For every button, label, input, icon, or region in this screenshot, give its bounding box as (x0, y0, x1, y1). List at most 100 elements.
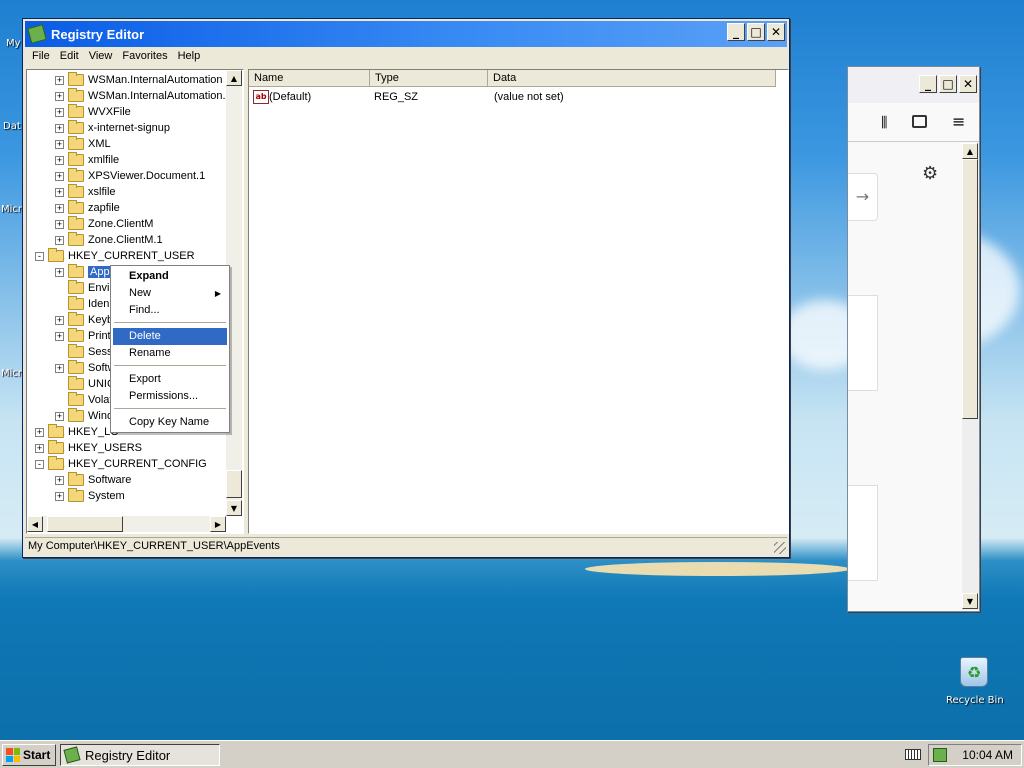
tree-node[interactable]: + Keyb (55, 312, 113, 328)
browser-close-button[interactable]: ✕ (959, 75, 977, 93)
scroll-down-button[interactable]: ▼ (962, 593, 978, 609)
browser-scrollbar[interactable]: ▲ ▼ (962, 143, 979, 610)
expand-icon[interactable]: + (55, 107, 64, 117)
keyboard-icon[interactable] (905, 749, 921, 760)
tree-node[interactable]: + HKEY_LO (35, 424, 119, 440)
menu-view[interactable]: View (84, 48, 118, 66)
expand-icon[interactable]: + (55, 411, 64, 421)
menu-item-expand[interactable]: Expand (113, 268, 227, 285)
tree-scroll-thumb[interactable] (226, 470, 242, 498)
tree-hscroll-thumb[interactable] (47, 516, 123, 532)
menu-item-delete[interactable]: Delete (113, 328, 227, 345)
tree-node[interactable]: + Zone.ClientM.1 (55, 232, 163, 248)
values-pane[interactable]: Name Type Data ab (Default) REG_SZ (valu… (248, 69, 789, 534)
scroll-up-button[interactable]: ▲ (962, 143, 978, 159)
tree-node[interactable]: + zapfile (55, 200, 120, 216)
tree-node[interactable]: + WVXFile (55, 104, 131, 120)
close-button[interactable]: ✕ (767, 23, 785, 41)
expand-icon[interactable]: + (35, 443, 44, 453)
tree-node[interactable]: + WSMan.InternalAutomation (55, 72, 223, 88)
tree-node[interactable]: + Softw (55, 360, 116, 376)
desktop-icon-microsoft-1[interactable]: Micr (1, 204, 22, 215)
tree-node[interactable]: + Wind (55, 408, 113, 424)
recycle-bin-label[interactable]: Recycle Bin (946, 695, 1004, 706)
tree-node[interactable]: + System (55, 488, 125, 504)
expand-icon[interactable]: + (35, 427, 44, 437)
tree-scroll-up[interactable]: ▲ (226, 70, 242, 86)
menu-item-new[interactable]: New ▶ (113, 285, 227, 302)
library-icon[interactable]: ⫼ (881, 115, 887, 131)
network-icon[interactable] (933, 748, 947, 762)
collapse-icon[interactable]: - (35, 251, 44, 261)
tree-scroll-left[interactable]: ◀ (27, 516, 43, 532)
expand-icon[interactable]: + (55, 91, 64, 101)
value-name[interactable]: (Default) (269, 90, 311, 104)
tree-scroll-right[interactable]: ▶ (210, 516, 226, 532)
tree-scroll-down[interactable]: ▼ (226, 500, 242, 516)
desktop-icon-data[interactable]: Dat (3, 121, 21, 132)
expand-icon[interactable]: + (55, 491, 64, 501)
scroll-thumb[interactable] (962, 159, 978, 419)
tree-node[interactable]: - HKEY_CURRENT_USER (35, 248, 195, 264)
menu-item-export[interactable]: Export (113, 371, 227, 388)
browser-window[interactable]: _ □ ✕ ⫼ ≡ ⚙ → ▲ ▼ (847, 66, 980, 612)
resize-grip[interactable] (774, 542, 786, 554)
browser-minimize-button[interactable]: _ (919, 75, 937, 93)
tree-hscrollbar[interactable]: ◀ ▶ (27, 516, 226, 532)
start-button[interactable]: Start (2, 744, 56, 766)
menu-icon[interactable]: ≡ (952, 112, 965, 131)
arrow-right-icon[interactable]: → (848, 173, 878, 221)
taskbar-item-registry-editor[interactable]: Registry Editor (60, 744, 220, 766)
expand-icon[interactable]: + (55, 203, 64, 213)
expand-icon[interactable]: + (55, 315, 64, 325)
menu-favorites[interactable]: Favorites (117, 48, 172, 66)
desktop-icon-my-computer[interactable]: My (6, 38, 21, 49)
tree-node[interactable]: + Software (55, 472, 131, 488)
tree-node[interactable]: UNIC (55, 376, 115, 392)
recycle-bin-icon[interactable]: ♻ (960, 657, 988, 687)
expand-icon[interactable]: + (55, 139, 64, 149)
tree-node[interactable]: + HKEY_USERS (35, 440, 142, 456)
column-header-type[interactable]: Type (370, 70, 488, 87)
maximize-button[interactable]: □ (747, 23, 765, 41)
tree-node[interactable]: + xmlfile (55, 152, 119, 168)
tree-node[interactable]: + Print (55, 328, 111, 344)
expand-icon[interactable]: + (55, 363, 64, 373)
expand-icon[interactable]: + (55, 331, 64, 341)
browser-maximize-button[interactable]: □ (939, 75, 957, 93)
tree-node[interactable]: Envir (55, 280, 113, 296)
expand-icon[interactable]: + (55, 267, 64, 277)
window-titlebar[interactable]: Registry Editor (25, 21, 787, 47)
menu-item-permissions[interactable]: Permissions... (113, 388, 227, 405)
expand-icon[interactable]: + (55, 219, 64, 229)
tree-node[interactable]: + XPSViewer.Document.1 (55, 168, 205, 184)
collapse-icon[interactable]: - (35, 459, 44, 469)
tree-node[interactable]: + WSMan.InternalAutomation. (55, 88, 226, 104)
tree-node[interactable]: - HKEY_CURRENT_CONFIG (35, 456, 207, 472)
clock[interactable]: 10:04 AM (962, 748, 1013, 762)
column-header-name[interactable]: Name (249, 70, 370, 87)
expand-icon[interactable]: + (55, 123, 64, 133)
expand-icon[interactable]: + (55, 475, 64, 485)
minimize-button[interactable]: _ (727, 23, 745, 41)
menu-item-rename[interactable]: Rename (113, 345, 227, 362)
tree-node[interactable]: + Zone.ClientM (55, 216, 153, 232)
menu-file[interactable]: File (27, 48, 55, 66)
menu-item-find[interactable]: Find... (113, 302, 227, 319)
expand-icon[interactable]: + (55, 187, 64, 197)
menu-item-copy-key-name[interactable]: Copy Key Name (113, 414, 227, 431)
gear-icon[interactable]: ⚙ (922, 163, 938, 184)
tree-node[interactable]: Volat (55, 392, 112, 408)
tree-node[interactable]: + xslfile (55, 184, 116, 200)
menu-edit[interactable]: Edit (55, 48, 84, 66)
sidebar-icon[interactable] (912, 115, 927, 128)
expand-icon[interactable]: + (55, 75, 64, 85)
expand-icon[interactable]: + (55, 155, 64, 165)
tree-node[interactable]: Sess (55, 344, 112, 360)
tree-node[interactable]: Iden (55, 296, 109, 312)
column-header-data[interactable]: Data (488, 70, 776, 87)
expand-icon[interactable]: + (55, 235, 64, 245)
tree-node[interactable]: + x-internet-signup (55, 120, 170, 136)
desktop-icon-microsoft-2[interactable]: Micr (1, 368, 22, 379)
tree-node[interactable]: + XML (55, 136, 111, 152)
